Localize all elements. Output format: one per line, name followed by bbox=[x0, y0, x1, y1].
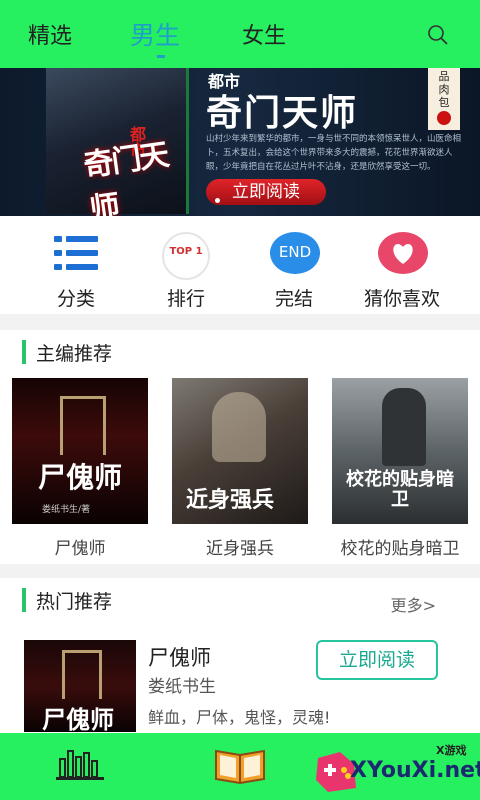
book-cover-author: 娄纸书生/著 bbox=[42, 505, 91, 515]
quick-nav: 分类 TOP 1 排行 END 完结 猜你喜欢 bbox=[0, 216, 480, 314]
book-card[interactable]: 尸傀师 娄纸书生/著 尸傀师 bbox=[12, 378, 148, 559]
hot-book-cover[interactable]: 尸傀师 bbox=[24, 640, 136, 732]
tab-male[interactable]: 男生 bbox=[130, 16, 180, 52]
hot-book-tags: 鲜血，尸体，鬼怪，灵魂! bbox=[148, 708, 331, 727]
seal-text: 品肉包 bbox=[438, 70, 450, 109]
book-cover-title: 校花的贴身暗卫 bbox=[346, 469, 454, 510]
end-badge-text: END bbox=[278, 243, 312, 261]
tab-female[interactable]: 女生 bbox=[242, 18, 286, 50]
watermark-brand: XYouXi.net bbox=[350, 758, 480, 783]
section-marker bbox=[22, 340, 26, 364]
section-header: 热门推荐 bbox=[22, 588, 113, 613]
banner-read-button[interactable]: 立即阅读 bbox=[206, 179, 326, 205]
book-cover: 近身强兵 bbox=[172, 378, 308, 524]
list-icon bbox=[54, 236, 98, 270]
top1-icon: TOP 1 bbox=[162, 232, 210, 280]
banner-cover-title: 奇门天师 bbox=[81, 137, 170, 216]
section-marker bbox=[22, 588, 26, 612]
promo-banner[interactable]: 都市 奇门天师 都市 奇门天师 山村少年来到繁华的都市，一身与世不同的本领惊呆世… bbox=[0, 68, 480, 216]
book-card[interactable]: 校花的贴身暗卫 校花的贴身暗卫 bbox=[332, 378, 468, 559]
nav-guess-like[interactable]: 猜你喜欢 bbox=[352, 232, 452, 311]
book-cover-title: 尸傀师 bbox=[38, 461, 123, 494]
end-icon: END bbox=[270, 232, 320, 274]
nav-category[interactable]: 分类 bbox=[26, 232, 126, 311]
hot-book-title[interactable]: 尸傀师 bbox=[148, 642, 211, 672]
nav-finished[interactable]: END 完结 bbox=[244, 232, 344, 311]
more-link[interactable]: 更多> bbox=[391, 592, 436, 616]
nav-finished-label: 完结 bbox=[274, 288, 313, 310]
open-book-icon[interactable] bbox=[212, 745, 268, 785]
book-cover: 尸傀师 娄纸书生/著 bbox=[12, 378, 148, 524]
banner-title: 奇门天师 bbox=[206, 93, 359, 134]
hot-book-cover-title: 尸傀师 bbox=[42, 705, 114, 732]
book-card[interactable]: 近身强兵 近身强兵 bbox=[172, 378, 308, 559]
book-title: 尸傀师 bbox=[54, 539, 106, 559]
tab-featured[interactable]: 精选 bbox=[28, 18, 72, 50]
hot-book-author: 娄纸书生 bbox=[148, 677, 216, 697]
nav-ranking[interactable]: TOP 1 排行 bbox=[136, 232, 236, 311]
read-now-button[interactable]: 立即阅读 bbox=[316, 640, 438, 680]
top-tab-bar: 精选 男生 女生 bbox=[0, 0, 480, 68]
heart-icon bbox=[378, 232, 428, 274]
active-tab-indicator bbox=[157, 55, 165, 58]
book-cover-title: 近身强兵 bbox=[186, 487, 275, 513]
publisher-seal: 品肉包 bbox=[428, 68, 460, 130]
carousel-dots bbox=[215, 198, 220, 203]
nav-ranking-label: 排行 bbox=[166, 288, 205, 310]
nav-guess-like-label: 猜你喜欢 bbox=[363, 288, 440, 310]
book-title: 近身强兵 bbox=[206, 539, 274, 559]
banner-book-cover: 都市 奇门天师 bbox=[46, 68, 189, 216]
top1-badge-text: TOP 1 bbox=[169, 246, 203, 257]
section-title: 热门推荐 bbox=[36, 590, 113, 613]
watermark-sub: X游戏 bbox=[436, 744, 467, 757]
nav-category-label: 分类 bbox=[56, 288, 95, 310]
book-cover: 校花的贴身暗卫 bbox=[332, 378, 468, 524]
search-icon[interactable] bbox=[427, 24, 449, 46]
carousel-dot[interactable] bbox=[215, 198, 220, 203]
site-watermark: X游戏 XYouXi.net bbox=[310, 738, 480, 800]
section-header: 主编推荐 bbox=[22, 340, 113, 365]
section-title: 主编推荐 bbox=[36, 342, 113, 365]
bookshelf-icon[interactable] bbox=[54, 747, 106, 783]
editor-pick-section: 主编推荐 尸傀师 娄纸书生/著 尸傀师 近身强兵 近身强兵 校花的贴身暗卫 校花… bbox=[0, 330, 480, 564]
book-title: 校花的贴身暗卫 bbox=[340, 539, 460, 559]
seal-stamp bbox=[437, 111, 451, 125]
banner-description: 山村少年来到繁华的都市，一身与世不同的本领惊呆世人，山医命相卜，五术复出，会给这… bbox=[206, 134, 462, 172]
